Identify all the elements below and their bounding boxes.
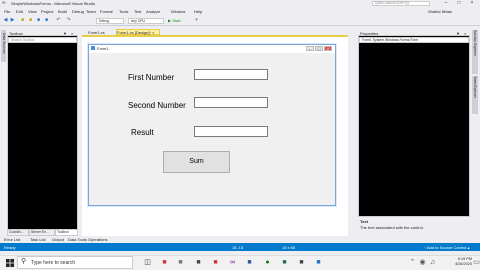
properties-pin-icon[interactable]: ▼ bbox=[456, 31, 460, 36]
menu-help[interactable]: Help bbox=[194, 9, 202, 14]
pin-icon[interactable]: ▼ bbox=[63, 31, 67, 36]
toolbox-search-input[interactable]: Search Toolbox bbox=[8, 37, 77, 43]
toolbar bbox=[0, 16, 480, 26]
solution-explorer-tab[interactable]: Solution Explorer bbox=[472, 30, 478, 74]
description-title: Text bbox=[360, 219, 368, 224]
minimize-icon[interactable]: – bbox=[440, 0, 452, 7]
clock-date: 4/26/2020 bbox=[455, 262, 472, 266]
properties-close-icon[interactable]: × bbox=[464, 31, 466, 36]
task-view-icon[interactable]: ◫ bbox=[143, 258, 152, 267]
tab-data-tools[interactable]: Data Tools Operations bbox=[68, 237, 108, 242]
system-tray-up-icon[interactable]: ⌃ bbox=[408, 258, 417, 267]
search-icon: ⚲ bbox=[21, 258, 27, 265]
tab-output[interactable]: Output bbox=[52, 237, 64, 242]
form-icon bbox=[91, 46, 95, 50]
file-explorer-icon[interactable]: ■ bbox=[176, 258, 185, 267]
menu-team[interactable]: Team bbox=[86, 9, 96, 14]
form-caption: Form1 bbox=[97, 46, 109, 51]
sum-button[interactable]: Sum bbox=[163, 151, 230, 173]
form-close-icon[interactable]: × bbox=[324, 46, 332, 51]
volume-icon[interactable]: ♫ bbox=[428, 258, 437, 267]
back-icon[interactable]: ◀ bbox=[3, 18, 8, 23]
menu-analyze[interactable]: Analyze bbox=[146, 9, 160, 14]
properties-object-select[interactable]: Form1 System.Windows.Forms.Form bbox=[359, 37, 469, 43]
undo-icon[interactable]: ↶ bbox=[56, 18, 61, 23]
tab-toolbox[interactable]: Toolbox bbox=[55, 229, 78, 236]
team-explorer-tab[interactable]: Team Explorer bbox=[472, 76, 478, 114]
taskbar-clock[interactable]: 9:19 PM 4/26/2020 bbox=[446, 257, 472, 267]
properties-description: Text The text associated with the contro… bbox=[358, 216, 470, 236]
result-label: Result bbox=[131, 128, 154, 137]
app-icon-1[interactable]: ■ bbox=[160, 258, 169, 267]
description-text: The text associated with the control. bbox=[360, 225, 424, 230]
toolbox-close-icon[interactable]: × bbox=[71, 31, 73, 36]
status-position: 15, 15 bbox=[232, 245, 244, 250]
form-title-bar bbox=[89, 45, 335, 53]
save-all-icon[interactable]: ■ bbox=[44, 18, 49, 23]
chrome-icon[interactable]: ● bbox=[263, 258, 272, 267]
quick-launch-input[interactable]: Quick Launch (Ctrl+Q) bbox=[372, 1, 430, 6]
redo-icon[interactable]: ↷ bbox=[66, 18, 71, 23]
notifications-icon[interactable]: ▭ bbox=[472, 258, 480, 267]
app-icon-2[interactable]: ■ bbox=[297, 258, 306, 267]
solution-config-select[interactable]: Debug bbox=[96, 18, 124, 24]
menu-build[interactable]: Build bbox=[58, 9, 67, 14]
toolbox-title: Toolbox bbox=[9, 31, 23, 36]
tab-error-list[interactable]: Error List bbox=[4, 237, 20, 242]
form-maximize-icon[interactable]: □ bbox=[315, 46, 323, 51]
platform-select[interactable]: Any CPU bbox=[128, 18, 164, 24]
maximize-icon[interactable]: □ bbox=[453, 0, 465, 7]
menu-edit[interactable]: Edit bbox=[16, 9, 23, 14]
forward-icon[interactable]: ▶ bbox=[10, 18, 15, 23]
data-sources-tab-label: Data Sources bbox=[2, 33, 6, 54]
network-icon[interactable]: ◉ bbox=[418, 258, 427, 267]
properties-title: Properties bbox=[360, 31, 379, 36]
toolbar-options-icon[interactable]: ▾ bbox=[194, 18, 199, 23]
windows-start-icon[interactable] bbox=[6, 259, 14, 267]
toolbox-panel bbox=[7, 30, 78, 236]
result-input[interactable] bbox=[194, 126, 268, 137]
tab-task-list[interactable]: Task List bbox=[30, 237, 46, 242]
status-size: 15 x 65 bbox=[282, 245, 296, 250]
status-text: Ready bbox=[4, 245, 16, 250]
form-minimize-icon[interactable]: – bbox=[306, 46, 314, 51]
menu-tools[interactable]: Tools bbox=[119, 9, 128, 14]
menu-window[interactable]: Window bbox=[171, 9, 185, 14]
excel-icon[interactable]: ■ bbox=[280, 258, 289, 267]
second-number-label: Second Number bbox=[128, 101, 186, 110]
visual-studio-taskbar-icon[interactable]: ∞ bbox=[228, 258, 237, 267]
user-account[interactable]: Shahid Ilkhan bbox=[428, 9, 452, 14]
menu-debug[interactable]: Debug bbox=[72, 9, 84, 14]
start-button[interactable]: ▶ Start bbox=[168, 18, 181, 23]
word-icon[interactable]: ■ bbox=[245, 258, 254, 267]
close-icon[interactable]: × bbox=[466, 0, 478, 7]
new-project-icon[interactable]: ■ bbox=[20, 18, 25, 23]
tab-server-explorer[interactable]: Server Ex... bbox=[29, 229, 55, 236]
pdf-reader-icon[interactable]: ■ bbox=[211, 258, 220, 267]
taskbar-search-placeholder: Type here to search bbox=[31, 260, 76, 266]
menu-view[interactable]: View bbox=[28, 9, 37, 14]
add-to-source-control[interactable]: ↑ Add to Source Control ▴ bbox=[424, 245, 469, 250]
tab-coordinator[interactable]: Coordin... bbox=[7, 229, 29, 236]
second-number-input[interactable] bbox=[194, 97, 268, 108]
window-title: SimpleWindowsForms - Microsoft Visual St… bbox=[11, 1, 95, 6]
menu-test[interactable]: Test bbox=[134, 9, 141, 14]
first-number-label: First Number bbox=[128, 73, 175, 82]
first-number-input[interactable] bbox=[194, 69, 268, 80]
store-icon[interactable]: ■ bbox=[194, 258, 203, 267]
menu-format[interactable]: Format bbox=[100, 9, 113, 14]
menu-file[interactable]: File bbox=[4, 9, 10, 14]
app-icon-3[interactable]: ■ bbox=[314, 258, 323, 267]
save-icon[interactable]: ■ bbox=[36, 18, 41, 23]
open-folder-icon[interactable]: ■ bbox=[28, 18, 33, 23]
properties-panel bbox=[358, 30, 470, 236]
menu-project[interactable]: Project bbox=[41, 9, 53, 14]
visual-studio-logo-icon: ∞ bbox=[2, 0, 6, 6]
